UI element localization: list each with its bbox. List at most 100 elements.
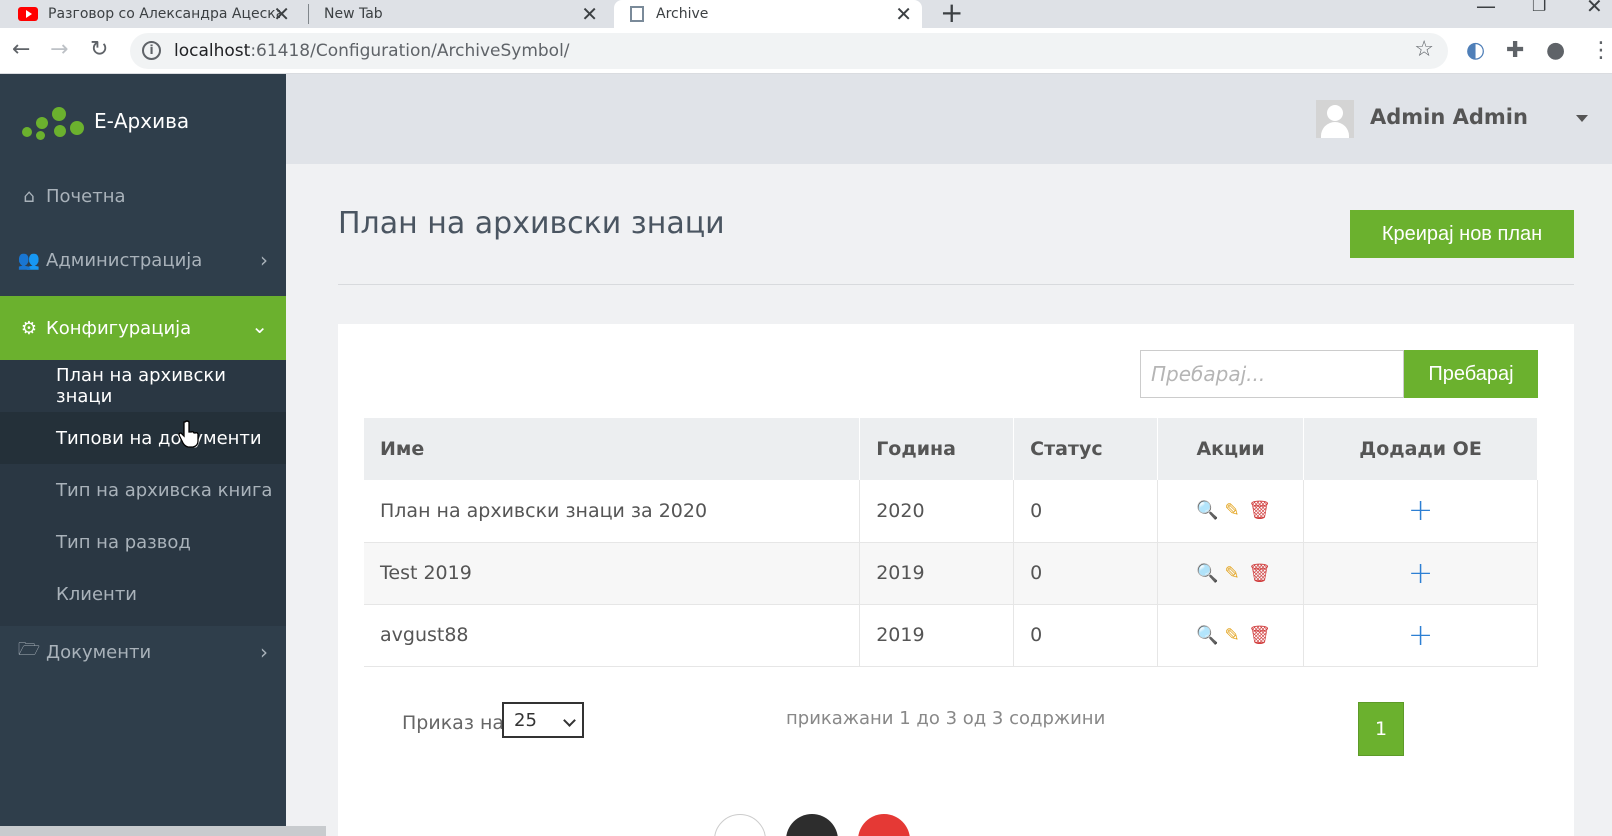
minimize-icon[interactable]: — (1476, 0, 1496, 18)
column-header-year[interactable]: Година (859, 418, 1015, 480)
sidebar-item-documents[interactable]: 🗁 Документи › (0, 620, 286, 684)
home-icon: ⌂ (23, 185, 35, 207)
browser-tab-newtab[interactable]: New Tab ✕ (308, 0, 608, 28)
table-card: Пребарај Име Година Статус Акции Додади … (338, 324, 1574, 836)
restore-icon[interactable]: ❐ (1532, 0, 1546, 15)
sidebar-item-home[interactable]: ⌂ Почетна (0, 164, 286, 228)
close-tab-icon[interactable]: ✕ (273, 2, 290, 26)
submenu-item-archive-book-type[interactable]: Тип на архивска книга (0, 464, 286, 516)
forward-icon[interactable]: → (50, 37, 68, 62)
column-header-actions: Акции (1157, 418, 1305, 480)
profile-icon[interactable]: ● (1546, 38, 1565, 63)
submenu-item-label: Тип на развод (56, 531, 191, 553)
page-size-select[interactable]: 25 (502, 702, 584, 738)
address-bar[interactable]: i localhost:61418/Configuration/ArchiveS… (130, 33, 1448, 69)
table-row: План на архивски знаци за 2020 2020 0 🔍 … (364, 480, 1538, 543)
back-icon[interactable]: ← (12, 37, 30, 62)
brand-name: E-Архива (94, 109, 190, 133)
close-window-icon[interactable]: ✕ (1586, 0, 1603, 18)
close-tab-icon[interactable]: ✕ (895, 2, 912, 26)
avatar[interactable] (1316, 100, 1354, 138)
sidebar-item-configuration[interactable]: ⚙ Конфигурација ⌄ (0, 296, 286, 360)
cell-status: 0 (1013, 542, 1159, 605)
cell-year: 2019 (859, 604, 1015, 667)
url-path: :61418/Configuration/ArchiveSymbol/ (250, 41, 570, 61)
pagination-page-button[interactable]: 1 (1358, 702, 1404, 756)
chevron-down-icon (563, 714, 576, 727)
create-plan-button[interactable]: Креирај нов план (1350, 210, 1574, 258)
submenu-item-document-types[interactable]: Типови на документи (0, 412, 286, 464)
sidebar-item-label: Документи (46, 641, 152, 663)
menu-dots-icon[interactable]: ⋮ (1590, 38, 1612, 63)
search-input[interactable] (1140, 350, 1404, 398)
new-tab-icon[interactable]: + (940, 0, 963, 29)
document-icon (630, 6, 644, 22)
view-icon[interactable]: 🔍 (1196, 563, 1218, 584)
sidebar: E-Архива ⌂ Почетна 👥 Администрација › ⚙ … (0, 74, 286, 836)
submenu-item-distribution-type[interactable]: Тип на развод (0, 516, 286, 568)
pagination-info: прикажани 1 до 3 од 3 содржини (786, 708, 1106, 729)
cell-add: + (1303, 480, 1538, 543)
cell-actions: 🔍 ✎ 🗑 (1157, 480, 1305, 543)
edit-pencil-icon[interactable]: ✎ (1222, 625, 1242, 646)
search-button[interactable]: Пребарај (1404, 350, 1538, 398)
column-header-status[interactable]: Статус (1013, 418, 1159, 480)
edit-pencil-icon[interactable]: ✎ (1222, 500, 1242, 521)
close-tab-icon[interactable]: ✕ (581, 2, 598, 26)
tab-title: Разговор со Александра Ацеска (48, 6, 280, 22)
browser-tab-youtube[interactable]: Разговор со Александра Ацеска ✕ (0, 0, 300, 28)
hand-cursor-icon (178, 420, 199, 448)
top-header: Admin Admin (286, 74, 1612, 164)
browser-toolbar: ← → ↻ i localhost:61418/Configuration/Ar… (0, 28, 1612, 74)
caret-down-icon[interactable] (1576, 115, 1588, 122)
reload-icon[interactable]: ↻ (90, 37, 108, 62)
submenu-item-label: Клиенти (56, 583, 138, 605)
brand[interactable]: E-Архива (0, 74, 286, 164)
delete-icon[interactable]: 🗑 (1248, 563, 1271, 584)
folder-open-icon: 🗁 (17, 639, 41, 660)
add-org-unit-icon[interactable]: + (1408, 556, 1433, 591)
view-icon[interactable]: 🔍 (1196, 625, 1218, 646)
table-row: Test 2019 2019 0 🔍 ✎ 🗑 + (364, 542, 1538, 605)
submenu-item-label: Типови на документи (56, 427, 262, 449)
tab-title: New Tab (324, 6, 383, 22)
delete-icon[interactable]: 🗑 (1248, 625, 1271, 646)
cell-add: + (1303, 604, 1538, 667)
edit-pencil-icon[interactable]: ✎ (1222, 563, 1242, 584)
cell-actions: 🔍 ✎ 🗑 (1157, 542, 1305, 605)
user-name[interactable]: Admin Admin (1370, 105, 1528, 129)
column-header-add: Додади ОЕ (1303, 418, 1538, 480)
bookmark-star-icon[interactable]: ☆ (1414, 37, 1434, 62)
view-icon[interactable]: 🔍 (1196, 500, 1218, 521)
info-icon[interactable]: i (142, 41, 161, 60)
page-title: План на архивски знаци (338, 206, 725, 241)
cell-status: 0 (1013, 480, 1159, 543)
url-text[interactable]: localhost:61418/Configuration/ArchiveSym… (174, 41, 570, 61)
cell-name: avgust88 (364, 604, 861, 667)
submenu-item-clients[interactable]: Клиенти (0, 568, 286, 620)
gears-icon: ⚙ (20, 317, 38, 339)
puzzle-icon[interactable]: ✚ (1506, 38, 1524, 63)
sidebar-item-label: Администрација (46, 249, 203, 271)
table-header-row: Име Година Статус Акции Додади ОЕ (364, 418, 1538, 480)
horizontal-scrollbar[interactable] (0, 826, 326, 836)
submenu-item-archive-symbols[interactable]: План на архивски знаци (0, 360, 286, 412)
submenu-item-label: План на архивски знаци (56, 365, 226, 407)
add-org-unit-icon[interactable]: + (1408, 493, 1433, 528)
cell-status: 0 (1013, 604, 1159, 667)
tab-title: Archive (656, 6, 709, 22)
delete-icon[interactable]: 🗑 (1248, 500, 1271, 521)
column-header-name[interactable]: Име (364, 418, 861, 480)
cell-year: 2020 (859, 480, 1015, 543)
main-content: План на архивски знаци Креирај нов план … (286, 164, 1612, 836)
url-host: localhost (174, 41, 251, 61)
chevron-down-icon: ⌄ (251, 314, 268, 338)
extension-icon[interactable]: ◐ (1466, 38, 1485, 63)
sidebar-item-administration[interactable]: 👥 Администрација › (0, 228, 286, 292)
sidebar-item-label: Почетна (46, 185, 126, 207)
browser-tab-archive[interactable]: Archive ✕ (614, 0, 922, 28)
configuration-submenu: План на архивски знаци Типови на докумен… (0, 360, 286, 626)
add-org-unit-icon[interactable]: + (1408, 618, 1433, 653)
chevron-right-icon: › (260, 640, 268, 664)
users-icon: 👥 (17, 249, 41, 271)
